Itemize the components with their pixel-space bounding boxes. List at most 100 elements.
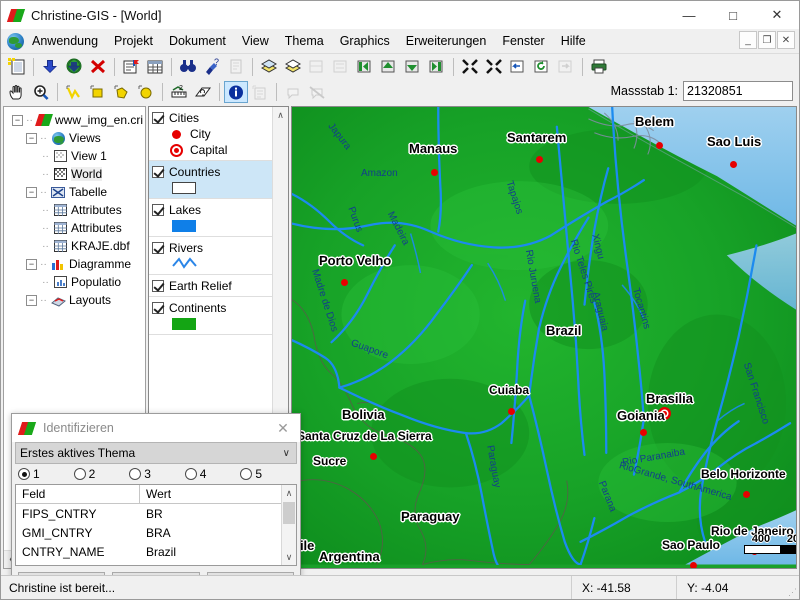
measure-icon[interactable]: 2 — [167, 81, 191, 103]
record-radio-3[interactable]: 3 — [129, 467, 185, 481]
table-row[interactable]: GMI_CNTRY BRA — [16, 523, 296, 542]
expander-icon[interactable]: − — [26, 294, 37, 306]
maximize-button[interactable]: □ — [711, 1, 755, 29]
scroll-up-icon[interactable]: ∧ — [282, 485, 296, 501]
hotlink-icon[interactable] — [191, 81, 215, 103]
refresh-icon[interactable] — [530, 56, 554, 78]
pan-hand-icon[interactable] — [5, 81, 29, 103]
select-rect-icon[interactable] — [86, 81, 110, 103]
radio-icon[interactable] — [184, 468, 197, 480]
expander-icon[interactable]: − — [12, 114, 23, 126]
resize-grip-icon[interactable]: ⋰ — [781, 576, 799, 600]
theme-select-dropdown[interactable]: Erstes aktives Thema ∨ — [15, 442, 297, 464]
legend-symbol-city: City — [152, 126, 272, 142]
move-first-icon[interactable] — [353, 56, 377, 78]
select-line-icon[interactable] — [62, 81, 86, 103]
window-controls: — □ ✕ — [667, 1, 799, 29]
layer-checkbox-continents[interactable] — [152, 301, 164, 314]
legend-layer-earth-relief[interactable]: Earth Relief — [149, 275, 272, 297]
tree-row-attributes-1[interactable]: ·· Attributes — [6, 201, 145, 219]
legend-layer-continents[interactable]: Continents — [149, 297, 272, 335]
table-row[interactable]: FIPS_CNTRY BR — [16, 504, 296, 523]
zoom-in-icon[interactable] — [29, 81, 53, 103]
menu-hilfe[interactable]: Hilfe — [553, 32, 594, 50]
mdi-close-button[interactable]: ✕ — [777, 31, 795, 49]
menu-projekt[interactable]: Projekt — [106, 32, 161, 50]
select-circle-icon[interactable] — [134, 81, 158, 103]
record-radio-1[interactable]: 1 — [18, 467, 74, 481]
scroll-up-icon[interactable]: ∧ — [273, 107, 288, 123]
record-radio-label-2: 2 — [88, 467, 96, 481]
move-last-icon[interactable] — [425, 56, 449, 78]
expander-icon[interactable]: − — [26, 258, 37, 270]
tree-row-population[interactable]: ·· Populatio — [6, 273, 145, 291]
tree-row-kraje-dbf[interactable]: ·· KRAJE.dbf — [6, 237, 145, 255]
tree-row-view1[interactable]: ·· View 1 — [6, 147, 145, 165]
move-down-icon[interactable] — [401, 56, 425, 78]
menu-view[interactable]: View — [234, 32, 277, 50]
expander-icon[interactable]: − — [26, 186, 37, 198]
legend-layer-rivers[interactable]: Rivers — [149, 237, 272, 275]
select-all-features-icon[interactable] — [257, 56, 281, 78]
radio-icon[interactable] — [73, 468, 86, 480]
add-theme-icon[interactable] — [38, 56, 62, 78]
tree-row-layouts[interactable]: − ·· Layouts — [6, 291, 145, 309]
add-globe-theme-icon[interactable] — [62, 56, 86, 78]
legend-layer-lakes[interactable]: Lakes — [149, 199, 272, 237]
move-up-icon[interactable] — [377, 56, 401, 78]
legend-layer-cities[interactable]: Cities City Capital — [149, 107, 272, 161]
clear-selection-icon[interactable] — [281, 56, 305, 78]
shrink-icon[interactable] — [458, 56, 482, 78]
tree-row-root[interactable]: − ·· www_img_en.cri — [6, 111, 145, 129]
expander-icon[interactable]: − — [26, 132, 37, 144]
previous-extent-icon[interactable] — [506, 56, 530, 78]
menu-thema[interactable]: Thema — [277, 32, 332, 50]
legend-layer-countries[interactable]: Countries — [149, 161, 272, 199]
menu-anwendung[interactable]: Anwendung — [24, 32, 106, 50]
tree-row-world[interactable]: ·· World — [6, 165, 145, 183]
theme-properties-icon[interactable] — [119, 56, 143, 78]
tree-row-views[interactable]: − ·· Views — [6, 129, 145, 147]
scrollbar-thumb[interactable] — [283, 502, 295, 524]
menu-graphics[interactable]: Graphics — [332, 32, 398, 50]
grid-vertical-scrollbar[interactable]: ∧ ∨ — [281, 485, 296, 565]
scroll-down-icon[interactable]: ∨ — [282, 549, 296, 565]
delete-theme-icon[interactable] — [86, 56, 110, 78]
expand-icon[interactable] — [482, 56, 506, 78]
radio-icon[interactable] — [18, 468, 30, 480]
menu-dokument[interactable]: Dokument — [161, 32, 234, 50]
record-radio-label-4: 4 — [199, 467, 207, 481]
record-radio-4[interactable]: 4 — [184, 467, 241, 481]
select-poly-icon[interactable] — [110, 81, 134, 103]
close-button[interactable]: ✕ — [755, 1, 799, 29]
layer-checkbox-lakes[interactable] — [152, 203, 164, 216]
scale-input[interactable] — [683, 81, 793, 101]
menu-fenster[interactable]: Fenster — [494, 32, 552, 50]
map-view[interactable]: Japura Amazon Purus Madeira Tapajos Xing… — [291, 106, 797, 569]
layer-checkbox-rivers[interactable] — [152, 241, 164, 254]
table-row[interactable]: CNTRY_NAME Brazil — [16, 542, 296, 561]
find-icon[interactable] — [176, 56, 200, 78]
radio-icon[interactable] — [129, 468, 142, 480]
tree-row-attributes-2[interactable]: ·· Attributes — [6, 219, 145, 237]
layer-checkbox-countries[interactable] — [152, 165, 164, 178]
radio-icon[interactable] — [240, 468, 253, 480]
layer-checkbox-earth-relief[interactable] — [152, 279, 164, 292]
mdi-restore-button[interactable]: ❐ — [758, 31, 776, 49]
dialog-close-button[interactable]: ✕ — [266, 414, 300, 442]
city-point-symbol-icon — [172, 129, 181, 139]
identify-results-grid[interactable]: Feld Wert FIPS_CNTRY BR GMI_CNTRY BRA CN… — [15, 484, 297, 566]
minimize-button[interactable]: — — [667, 1, 711, 29]
query-builder-icon[interactable]: ? — [200, 56, 224, 78]
mdi-minimize-button[interactable]: _ — [739, 31, 757, 49]
layer-checkbox-cities[interactable] — [152, 111, 164, 124]
record-radio-5[interactable]: 5 — [240, 467, 296, 481]
menu-erweiterungen[interactable]: Erweiterungen — [398, 32, 495, 50]
tree-row-diagramme[interactable]: − ·· Diagramme — [6, 255, 145, 273]
open-table-icon[interactable] — [143, 56, 167, 78]
record-radio-2[interactable]: 2 — [73, 467, 130, 481]
identify-icon[interactable] — [224, 81, 248, 103]
print-icon[interactable] — [587, 56, 611, 78]
new-project-icon[interactable] — [5, 56, 29, 78]
tree-row-tabelle[interactable]: − ·· Tabelle — [6, 183, 145, 201]
